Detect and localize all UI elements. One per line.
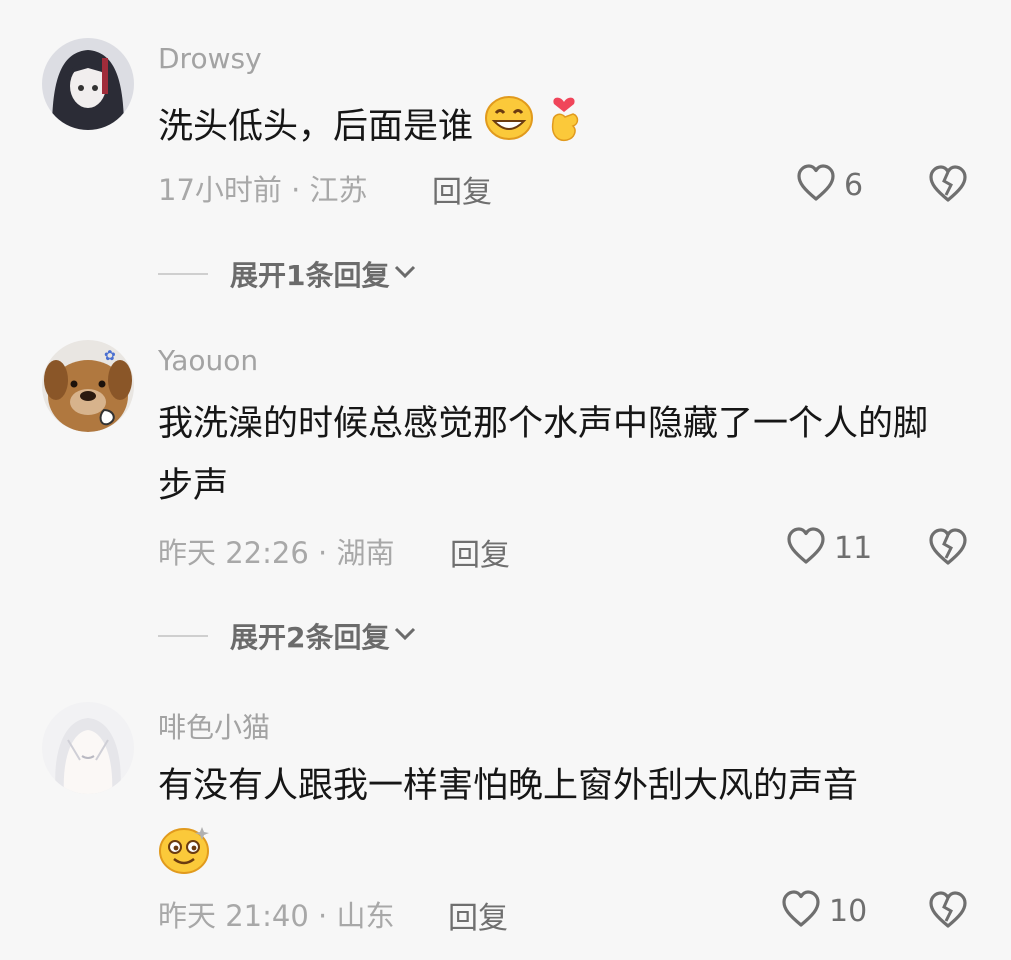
avatar-image [42,702,134,794]
heart-outline-icon [781,890,821,932]
comment-text: 我洗澡的时候总感觉那个水声中隐藏了一个人的脚步声 [158,404,929,506]
heart-outline-icon [786,527,826,569]
dizzy-face-emoji-icon [158,823,212,895]
expand-replies-button[interactable]: 展开2条回复 [158,616,417,656]
comment-text: 洗头低头，后面是谁 [158,92,968,164]
like-button[interactable]: 11 [786,527,872,569]
avatar-image [42,38,134,130]
comment-time-location: 17小时前 · 江苏 [158,173,368,207]
reply-button[interactable]: 回复 [432,167,492,211]
avatar-image: ✿ [42,340,134,432]
comment-text-body: 有没有人跟我一样害怕晚上窗外刮大风的声音 [158,766,859,806]
divider-line [158,273,208,275]
svg-text:✿: ✿ [104,348,116,364]
username[interactable]: 啡色小猫 [158,706,270,746]
expand-replies-label: 展开2条回复 [230,621,390,654]
comment-text: 有没有人跟我一样害怕晚上窗外刮大风的声音 [158,755,948,895]
finger-heart-emoji-icon [545,92,583,164]
avatar[interactable]: ✿ [42,340,134,432]
like-button[interactable]: 6 [796,164,863,206]
dislike-button[interactable] [928,891,968,933]
chevron-down-icon [393,264,417,284]
chevron-down-icon [393,626,417,646]
divider-line [158,635,208,637]
comment-time-location: 昨天 22:26 · 湖南 [158,536,395,570]
like-button[interactable]: 10 [781,890,867,932]
comment-text-body: 洗头低头，后面是谁 [158,107,474,147]
expand-replies-label: 展开1条回复 [230,259,390,292]
broken-heart-icon [928,528,968,570]
username[interactable]: Drowsy [158,42,262,75]
dislike-button[interactable] [928,528,968,570]
like-count: 11 [834,530,873,566]
heart-outline-icon [796,164,836,206]
like-count: 6 [844,167,864,203]
broken-heart-icon [928,165,968,207]
reply-button[interactable]: 回复 [450,530,510,574]
avatar[interactable] [42,38,134,130]
like-count: 10 [829,893,868,929]
broken-heart-icon [928,891,968,933]
expand-replies-button[interactable]: 展开1条回复 [158,254,417,294]
dislike-button[interactable] [928,165,968,207]
avatar[interactable] [42,702,134,794]
comment-time-location: 昨天 21:40 · 山东 [158,899,395,933]
grinning-emoji-icon [484,95,534,161]
username[interactable]: Yaouon [158,344,258,377]
reply-button[interactable]: 回复 [448,893,508,937]
